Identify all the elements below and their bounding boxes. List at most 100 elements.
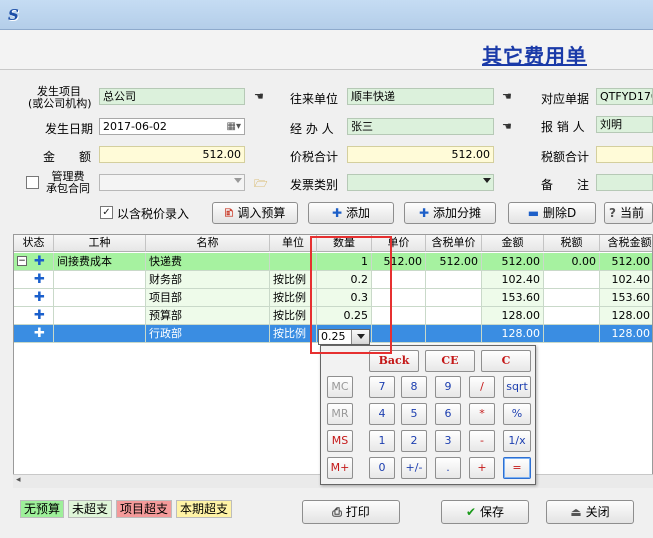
col-header-tax-amount[interactable]: 含税金额 bbox=[600, 235, 652, 252]
calc-key-8[interactable]: 8 bbox=[401, 376, 427, 398]
calc-key-5[interactable]: 5 bbox=[401, 403, 427, 425]
tax-incl-checkbox[interactable]: ✓ bbox=[100, 206, 113, 219]
table-row[interactable]: ✚ 财务部 按比例 0.2 102.40 102.40 bbox=[14, 271, 652, 289]
table-row-parent[interactable]: − ✚ 间接费成本 快递费 1 512.00 512.00 512.00 0.0… bbox=[14, 253, 652, 271]
save-label: 保存 bbox=[480, 505, 505, 519]
qty-cell[interactable]: 1 bbox=[317, 253, 372, 271]
grid-header: 状态 工种 名称 单位 数量 单价 含税单价 金额 税额 含税金额 bbox=[14, 235, 652, 252]
calc-key-multiply[interactable]: * bbox=[469, 403, 495, 425]
delete-button[interactable]: ▬ 删除D bbox=[508, 202, 596, 224]
import-budget-label: 调入预算 bbox=[237, 206, 286, 220]
ref-doc-label: 对应单据 bbox=[541, 92, 590, 106]
issue-item-label-line2: (或公司机构) bbox=[28, 97, 92, 110]
calc-key-sign[interactable]: +/- bbox=[401, 457, 427, 479]
contract-dropdown[interactable] bbox=[99, 174, 245, 191]
col-header-work-type[interactable]: 工种 bbox=[54, 235, 146, 252]
calc-key-mc[interactable]: MC bbox=[327, 376, 353, 398]
calc-key-mr[interactable]: MR bbox=[327, 403, 353, 425]
col-header-price[interactable]: 单价 bbox=[372, 235, 426, 252]
calc-key-ms[interactable]: MS bbox=[327, 430, 353, 452]
qty-cell[interactable]: 0.3 bbox=[317, 289, 372, 307]
qty-editor-dropdown-button[interactable] bbox=[351, 330, 369, 344]
tax-cell bbox=[544, 325, 600, 343]
tax-amount-cell: 153.60 bbox=[600, 289, 652, 307]
calc-key-plus[interactable]: + bbox=[469, 457, 495, 479]
unit-cell: 按比例 bbox=[270, 307, 317, 325]
scroll-left-icon[interactable]: ◂ bbox=[16, 475, 21, 485]
col-header-tax-price[interactable]: 含税单价 bbox=[426, 235, 482, 252]
table-row[interactable]: ✚ 预算部 按比例 0.25 128.00 128.00 bbox=[14, 307, 652, 325]
calc-key-7[interactable]: 7 bbox=[369, 376, 395, 398]
save-button[interactable]: ✔ 保存 bbox=[441, 500, 529, 524]
calc-key-9[interactable]: 9 bbox=[435, 376, 461, 398]
calc-key-ce[interactable]: CE bbox=[425, 350, 475, 372]
tax-total-field[interactable]: 512.00 bbox=[347, 146, 494, 163]
calc-key-0[interactable]: 0 bbox=[369, 457, 395, 479]
import-budget-button[interactable]: 🗈 调入预算 bbox=[212, 202, 298, 224]
pointing-hand-icon[interactable]: ☚ bbox=[502, 90, 518, 104]
calc-key-3[interactable]: 3 bbox=[435, 430, 461, 452]
mgmt-fee-checkbox[interactable] bbox=[26, 176, 39, 189]
close-button[interactable]: ⏏ 关闭 bbox=[546, 500, 634, 524]
app-logo-icon: S bbox=[8, 6, 19, 24]
calc-key-4[interactable]: 4 bbox=[369, 403, 395, 425]
tax-amount-field[interactable] bbox=[596, 146, 653, 163]
calc-key-reciprocal[interactable]: 1/x bbox=[503, 430, 531, 452]
folder-icon[interactable]: 🗁 bbox=[254, 175, 270, 190]
col-header-tax[interactable]: 税额 bbox=[544, 235, 600, 252]
unit-cell: 按比例 bbox=[270, 289, 317, 307]
qty-cell[interactable]: 0.2 bbox=[317, 271, 372, 289]
legend-period-over: 本期超支 bbox=[176, 500, 233, 518]
pointing-hand-icon[interactable]: ☚ bbox=[254, 90, 270, 104]
calc-key-minus[interactable]: - bbox=[469, 430, 495, 452]
calc-key-c[interactable]: C bbox=[481, 350, 531, 372]
tax-price-cell bbox=[426, 307, 482, 325]
reimburser-field[interactable]: 刘明 bbox=[596, 116, 653, 133]
table-row[interactable]: ✚ 项目部 按比例 0.3 153.60 153.60 bbox=[14, 289, 652, 307]
handler-field[interactable]: 张三 bbox=[347, 118, 494, 135]
calc-key-m-plus[interactable]: M+ bbox=[327, 457, 353, 479]
col-header-amount[interactable]: 金额 bbox=[482, 235, 544, 252]
col-header-status[interactable]: 状态 bbox=[14, 235, 54, 252]
calc-key-equals[interactable]: = bbox=[503, 457, 531, 479]
calc-key-decimal[interactable]: . bbox=[435, 457, 461, 479]
collapse-toggle-icon[interactable]: − bbox=[17, 256, 27, 266]
col-header-qty[interactable]: 数量 bbox=[317, 235, 372, 252]
add-split-button[interactable]: ✚ 添加分摊 bbox=[404, 202, 496, 224]
partner-field[interactable]: 顺丰快递 bbox=[347, 88, 494, 105]
issue-item-field[interactable]: 总公司 bbox=[99, 88, 245, 105]
print-label: 打印 bbox=[345, 505, 370, 519]
calc-key-sqrt[interactable]: sqrt bbox=[503, 376, 531, 398]
col-header-name[interactable]: 名称 bbox=[146, 235, 270, 252]
plus-icon: ✚ bbox=[34, 290, 45, 305]
status-cell: ✚ bbox=[14, 271, 54, 289]
status-cell: ✚ bbox=[14, 307, 54, 325]
exit-door-icon: ⏏ bbox=[570, 505, 582, 519]
add-split-label: 添加分摊 bbox=[433, 206, 482, 220]
current-button[interactable]: ? 当前 bbox=[604, 202, 653, 224]
print-button[interactable]: ⎙ 打印 bbox=[302, 500, 400, 524]
calc-key-6[interactable]: 6 bbox=[435, 403, 461, 425]
date-field[interactable]: 2017-06-02 ▦▾ bbox=[99, 118, 245, 135]
note-field[interactable] bbox=[596, 174, 653, 191]
calc-key-2[interactable]: 2 bbox=[401, 430, 427, 452]
col-header-unit[interactable]: 单位 bbox=[270, 235, 317, 252]
pointing-hand-icon[interactable]: ☚ bbox=[502, 120, 518, 134]
calculator-popup[interactable]: Back CE C MC 7 8 9 / sqrt MR 4 5 6 * % M… bbox=[320, 345, 536, 485]
tax-amount-cell: 128.00 bbox=[600, 307, 652, 325]
calc-key-1[interactable]: 1 bbox=[369, 430, 395, 452]
name-cell: 项目部 bbox=[146, 289, 270, 307]
invoice-type-dropdown[interactable] bbox=[347, 174, 494, 191]
calc-key-back[interactable]: Back bbox=[369, 350, 419, 372]
add-button[interactable]: ✚ 添加 bbox=[308, 202, 394, 224]
calc-key-divide[interactable]: / bbox=[469, 376, 495, 398]
chevron-down-icon bbox=[234, 178, 242, 183]
ref-doc-field[interactable]: QTFYD17000 bbox=[596, 88, 653, 105]
close-label: 关闭 bbox=[585, 505, 610, 519]
printer-icon: ⎙ bbox=[332, 505, 342, 519]
calc-key-percent[interactable]: % bbox=[503, 403, 531, 425]
qty-cell[interactable]: 0.25 bbox=[317, 307, 372, 325]
amount-field[interactable]: 512.00 bbox=[99, 146, 245, 163]
help-icon: ? bbox=[609, 206, 616, 220]
calendar-icon[interactable]: ▦▾ bbox=[227, 120, 241, 133]
